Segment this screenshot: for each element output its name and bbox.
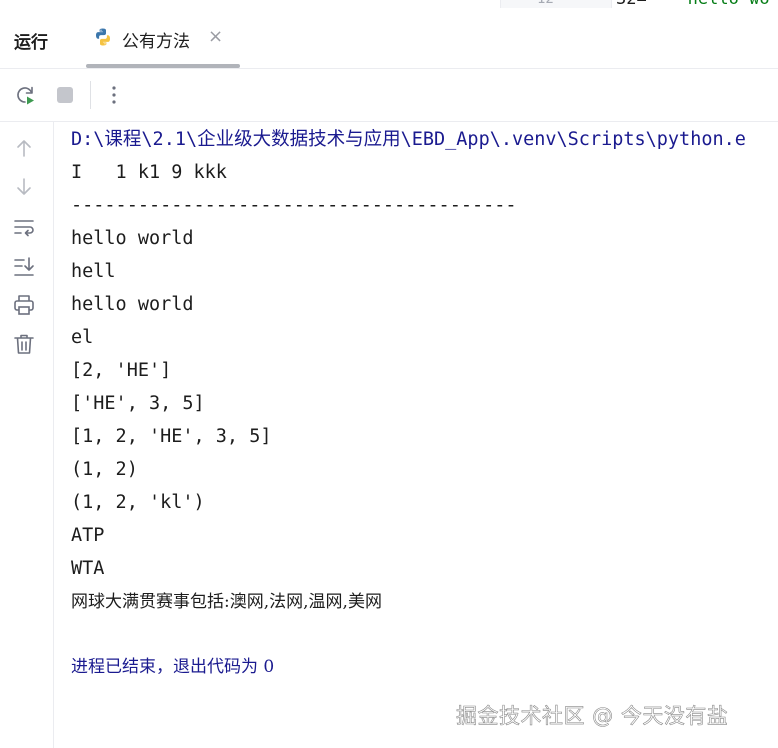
tool-window-title: 运行 xyxy=(14,33,48,53)
output-line: hell xyxy=(71,261,116,282)
watermark: 掘金技术社区 @ 今天没有盐 xyxy=(456,704,729,729)
scroll-to-end-icon[interactable] xyxy=(12,254,36,278)
output-line: hello world xyxy=(71,228,194,249)
output-line: ['HE', 3, 5] xyxy=(71,393,205,414)
run-toolbar xyxy=(0,69,778,122)
line-number: 12 xyxy=(537,0,554,8)
code-prefix: 32= xyxy=(616,0,647,8)
tab-label: 公有方法 xyxy=(122,32,190,52)
output-line: I 1 k1 9 kkk xyxy=(71,162,227,183)
soft-wrap-icon[interactable] xyxy=(12,215,36,239)
python-icon xyxy=(96,28,110,46)
editor-code-line: 32= "hello wo xyxy=(616,0,770,8)
run-command-line: D:\课程\2.1\企业级大数据技术与应用\EBD_App\.venv\Scri… xyxy=(71,129,746,150)
tab-run-configuration[interactable]: 公有方法 × xyxy=(86,8,240,68)
up-arrow-icon[interactable] xyxy=(12,136,36,160)
editor-strip: 12 32= "hello wo xyxy=(0,0,778,8)
output-line: [2, 'HE'] xyxy=(71,360,172,381)
more-options-icon[interactable] xyxy=(102,83,126,107)
editor-gutter: 12 xyxy=(500,0,612,8)
active-tab-indicator xyxy=(86,64,240,68)
output-line: ATP xyxy=(71,525,105,546)
output-line: el xyxy=(71,327,94,348)
down-arrow-icon[interactable] xyxy=(12,175,36,199)
print-icon[interactable] xyxy=(12,293,36,317)
code-string: "hello wo xyxy=(677,0,769,8)
output-line: hello world xyxy=(71,294,194,315)
toolbar-separator xyxy=(90,81,91,109)
rerun-icon[interactable] xyxy=(13,83,37,107)
trash-icon[interactable] xyxy=(12,332,36,356)
process-exit-message: 进程已结束，退出代码为 0 xyxy=(71,657,275,677)
output-line: [1, 2, 'HE', 3, 5] xyxy=(71,426,272,447)
close-icon[interactable]: × xyxy=(208,26,223,47)
stop-icon[interactable] xyxy=(53,83,77,107)
console-output[interactable]: D:\课程\2.1\企业级大数据技术与应用\EBD_App\.venv\Scri… xyxy=(71,123,778,748)
console-side-toolbar xyxy=(0,122,54,748)
output-line: (1, 2) xyxy=(71,459,138,480)
output-line: (1, 2, 'kl') xyxy=(71,492,205,513)
output-line: 网球大满贯赛事包括:澳网,法网,温网,美网 xyxy=(71,592,382,612)
run-tool-window-header: 运行 公有方法 × xyxy=(0,8,778,69)
output-line: ---------------------------------------- xyxy=(71,195,517,216)
output-line: WTA xyxy=(71,558,105,579)
